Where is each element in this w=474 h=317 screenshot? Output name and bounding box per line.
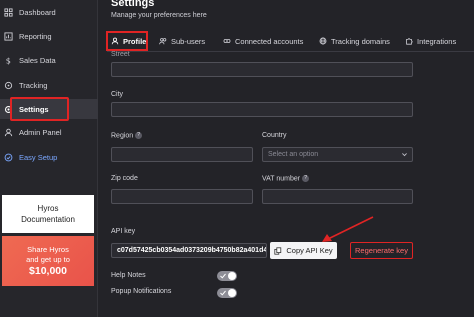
check-icon [220, 290, 226, 296]
help-icon[interactable]: ? [302, 175, 310, 182]
popup-notifications-toggle[interactable] [217, 288, 237, 298]
street-label: Street [111, 51, 130, 58]
vat-label: VAT number? [262, 175, 310, 183]
promo-line1: Share Hyros [27, 244, 69, 254]
tab-connected-accounts[interactable]: Connected accounts [223, 34, 303, 48]
page-subtitle: Manage your preferences here [111, 12, 207, 19]
settings-main: Settings Manage your preferences here Pr… [99, 0, 474, 317]
region-label: Region? [111, 132, 143, 140]
chart-icon [4, 31, 13, 41]
sidebar-item-label: Reporting [19, 31, 52, 41]
api-key-label: API key [111, 228, 136, 235]
tab-integrations[interactable]: Integrations [405, 34, 456, 48]
annotation-arrow [322, 216, 374, 242]
country-label: Country [262, 132, 287, 139]
annotation-highlight-profile-tab [106, 31, 148, 51]
toggle-knob [228, 289, 236, 297]
check-circle-icon [4, 153, 13, 162]
country-placeholder: Select an option [268, 151, 319, 158]
api-key-field[interactable]: c07d57425cb0354ad0373209b4750b82a401d4 [111, 243, 267, 258]
copy-button-label: Copy API Key [286, 246, 333, 255]
link-icon [223, 39, 231, 43]
vat-label-text: VAT number [262, 175, 301, 183]
puzzle-icon [406, 38, 413, 45]
tab-tracking-domains[interactable]: Tracking domains [319, 34, 390, 48]
sidebar-item-tracking[interactable]: Tracking [0, 75, 98, 95]
sidebar-item-label: Easy Setup [19, 152, 58, 162]
svg-text:$: $ [6, 56, 11, 65]
grid-icon [4, 7, 13, 17]
street-field[interactable] [111, 62, 413, 77]
documentation-card[interactable]: Hyros Documentation [2, 195, 94, 233]
city-label: City [111, 91, 124, 98]
target-icon [4, 81, 13, 90]
region-label-text: Region [111, 132, 134, 140]
sidebar-item-dashboard[interactable]: Dashboard [0, 2, 98, 22]
page-title: Settings [111, 0, 155, 9]
sidebar-item-label: Admin Panel [19, 127, 62, 137]
sidebar-item-admin-panel[interactable]: Admin Panel [0, 122, 98, 142]
tab-label: Integrations [417, 36, 457, 46]
tab-label: Connected accounts [235, 36, 304, 46]
dollar-icon: $ [4, 56, 13, 65]
region-field[interactable] [111, 147, 253, 162]
help-icon[interactable]: ? [135, 132, 143, 139]
help-notes-toggle[interactable] [217, 271, 237, 281]
chevron-down-icon [402, 153, 407, 157]
docs-card-line2: Documentation [21, 215, 75, 224]
country-select[interactable]: Select an option [262, 147, 413, 162]
sidebar-item-sales-data[interactable]: $ Sales Data [0, 50, 98, 70]
referral-promo-card[interactable]: Share Hyros and get up to $10,000 [2, 236, 94, 286]
sidebar-item-label: Dashboard [19, 7, 56, 17]
zip-field[interactable] [111, 189, 253, 204]
check-icon [220, 273, 226, 279]
docs-card-line1: Hyros [37, 204, 59, 213]
promo-line2: and get up to [26, 254, 70, 264]
tab-sub-users[interactable]: Sub-users [159, 34, 205, 48]
toggle-knob [228, 272, 236, 280]
users-icon [159, 38, 167, 45]
popup-notifications-label: Popup Notifications [111, 288, 172, 295]
help-notes-label: Help Notes [111, 272, 146, 279]
sidebar-item-easy-setup[interactable]: Easy Setup [0, 147, 98, 167]
sidebar-item-label: Sales Data [19, 55, 56, 65]
vat-field[interactable] [262, 189, 413, 204]
sidebar: Dashboard Reporting $ Sales Data Trackin… [0, 0, 98, 317]
sidebar-item-reporting[interactable]: Reporting [0, 26, 98, 46]
promo-amount: $10,000 [29, 264, 67, 277]
zip-label: Zip code [111, 175, 138, 182]
settings-tabs: Profile Sub-users Connected accounts Tra… [107, 30, 474, 52]
tab-label: Tracking domains [331, 36, 390, 46]
city-field[interactable] [111, 102, 413, 117]
user-icon [4, 128, 13, 137]
annotation-highlight-settings [10, 97, 69, 121]
sidebar-item-label: Tracking [19, 80, 48, 90]
tab-label: Sub-users [171, 36, 206, 46]
globe-icon [319, 37, 327, 45]
copy-icon [274, 246, 282, 255]
